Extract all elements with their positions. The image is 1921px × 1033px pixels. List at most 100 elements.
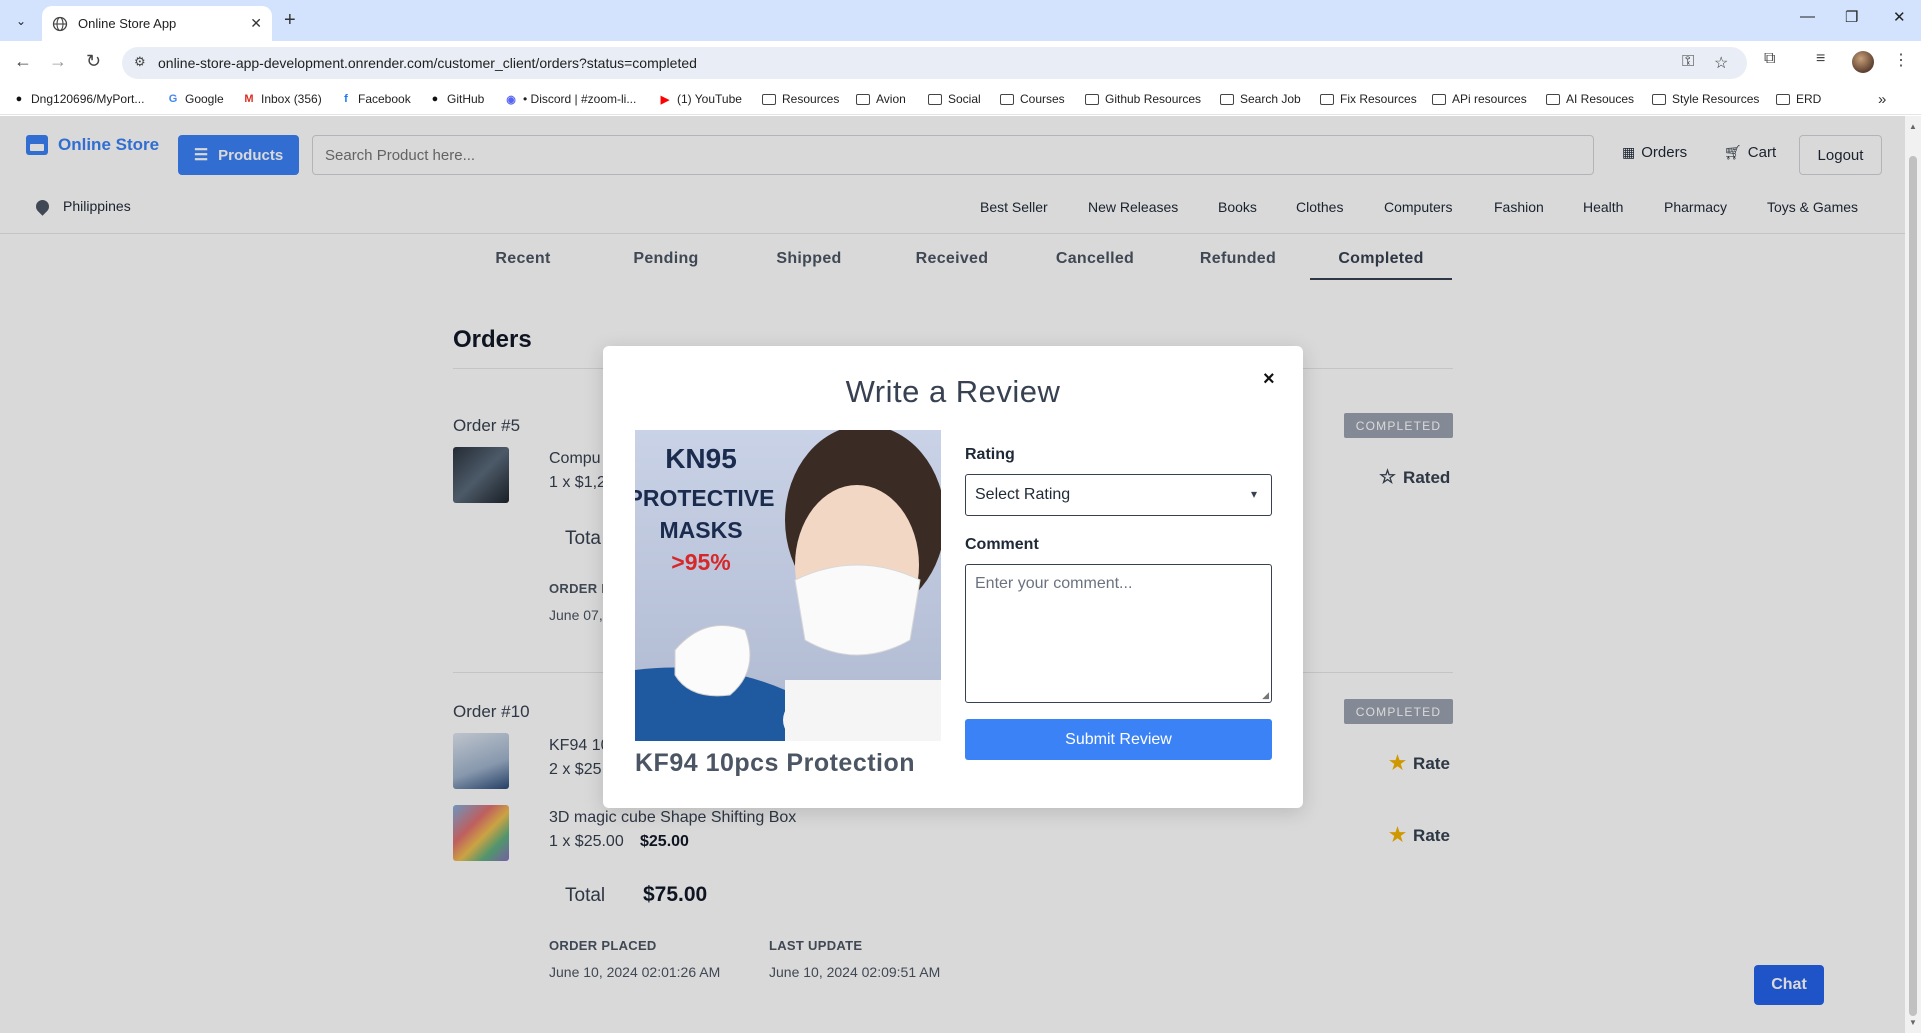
bookmark-item[interactable]: G Google (166, 92, 224, 106)
product-name: KF94 10pcs Protection (635, 749, 916, 777)
comment-placeholder: Enter your comment... (975, 575, 1133, 592)
folder-icon (1652, 93, 1666, 105)
modal-title: Write a Review (845, 374, 1061, 409)
bookmark-label: Facebook (358, 92, 411, 106)
bookmark-label: Github Resources (1105, 92, 1202, 106)
svg-text:KN95: KN95 (665, 443, 737, 474)
bookmark-item[interactable]: Github Resources (1085, 92, 1201, 106)
page-viewport: Online Store ☰ Products ▦ Orders 🛒︎ Cart… (0, 116, 1905, 1033)
folder-icon (762, 93, 776, 105)
bookmark-item[interactable]: Avion (856, 92, 906, 106)
back-icon[interactable]: ← (14, 51, 32, 72)
bookmark-item[interactable]: ▶ (1) YouTube (658, 92, 742, 106)
facebook-icon: f (344, 93, 348, 105)
bookmark-item[interactable]: Social (928, 92, 981, 106)
folder-icon (928, 93, 942, 105)
bookmarks-overflow-icon[interactable]: » (1878, 91, 1886, 108)
scrollbar[interactable]: ▲ ▼ (1905, 116, 1921, 1033)
window-close-icon[interactable]: ✕ (1893, 8, 1906, 26)
bookmark-label: Avion (876, 92, 906, 106)
browser-menu-icon[interactable]: ⋮ (1893, 50, 1909, 70)
password-key-icon[interactable]: ⚿ (1682, 53, 1694, 71)
rating-select[interactable]: Select Rating ▾ (965, 474, 1272, 516)
profile-avatar[interactable] (1852, 51, 1874, 73)
folder-icon (1776, 93, 1790, 105)
bookmarks-bar: ● Dng120696/MyPort... G Google M Inbox (356) f… (0, 85, 1921, 115)
folder-icon (1432, 93, 1446, 105)
folder-icon (1220, 93, 1234, 105)
gmail-icon: M (244, 93, 254, 105)
comment-textarea[interactable]: Enter your comment... ◢ (965, 564, 1272, 703)
bookmark-item[interactable]: f Facebook (339, 92, 411, 106)
bookmark-item[interactable]: ◉ • Discord | #zoom-li... (504, 92, 636, 106)
folder-icon (1320, 93, 1334, 105)
browser-tab[interactable]: Online Store App ✕ (42, 6, 272, 41)
bookmark-item[interactable]: Search Job (1220, 92, 1301, 106)
tab-list-chevron-icon[interactable]: ⌄ (10, 10, 32, 32)
tab-close-icon[interactable]: ✕ (250, 15, 262, 32)
bookmark-item[interactable]: Fix Resources (1320, 92, 1417, 106)
bookmark-item[interactable]: ERD (1776, 92, 1821, 106)
bookmark-label: Style Resources (1672, 92, 1760, 106)
google-icon: G (168, 93, 178, 105)
bookmark-label: AI Resouces (1566, 92, 1635, 106)
bookmark-label: Search Job (1240, 92, 1301, 106)
svg-text:PROTECTIVE: PROTECTIVE (635, 485, 774, 511)
bookmark-label: (1) YouTube (677, 92, 742, 106)
github-icon: ● (431, 93, 439, 105)
resize-handle-icon[interactable]: ◢ (1262, 690, 1269, 701)
bookmark-item[interactable]: ● Dng120696/MyPort... (12, 92, 145, 106)
scrollbar-thumb[interactable] (1909, 156, 1917, 1016)
folder-icon (1546, 93, 1560, 105)
extensions-icon[interactable]: ⧉ (1764, 50, 1775, 68)
bookmark-item[interactable]: Courses (1000, 92, 1065, 106)
folder-icon (1000, 93, 1014, 105)
new-tab-icon[interactable]: + (284, 9, 296, 32)
browser-tabstrip: ⌄ Online Store App ✕ + — ❐ ✕ (0, 0, 1921, 41)
bookmark-item[interactable]: Resources (762, 92, 839, 106)
youtube-icon: ▶ (660, 93, 670, 106)
bookmark-label: GitHub (447, 92, 485, 106)
comment-label: Comment (965, 536, 1039, 553)
github-icon: ● (15, 93, 23, 105)
bookmark-label: Social (948, 92, 981, 106)
bookmark-item[interactable]: APi resources (1432, 92, 1527, 106)
chevron-down-icon: ▾ (1250, 487, 1257, 501)
folder-icon (1085, 93, 1099, 105)
review-modal: Write a Review × KN95 PROTECTIVE MASKS >… (603, 346, 1303, 808)
browser-toolbar: ← → ↻ ⚙ online-store-app-development.onr… (0, 41, 1921, 85)
discord-icon: ◉ (506, 93, 516, 106)
minimize-icon[interactable]: — (1800, 8, 1815, 25)
bookmark-label: Inbox (356) (261, 92, 322, 106)
site-info-icon[interactable]: ⚙ (134, 54, 146, 70)
reload-icon[interactable]: ↻ (86, 51, 101, 72)
bookmark-label: APi resources (1452, 92, 1527, 106)
scroll-up-icon[interactable]: ▲ (1909, 122, 1917, 131)
bookmark-item[interactable]: Style Resources (1652, 92, 1759, 106)
bookmark-star-icon[interactable]: ☆ (1714, 53, 1728, 73)
svg-text:>95%: >95% (671, 549, 730, 575)
rating-label: Rating (965, 446, 1015, 463)
bookmark-item[interactable]: AI Resouces (1546, 92, 1634, 106)
svg-text:MASKS: MASKS (659, 517, 742, 543)
restore-icon[interactable]: ❐ (1845, 8, 1858, 26)
submit-review-button[interactable]: Submit Review (965, 719, 1272, 760)
mask-ad-image: KN95 PROTECTIVE MASKS >95% (635, 430, 941, 741)
address-bar[interactable]: ⚙ online-store-app-development.onrender.… (122, 47, 1747, 79)
bookmark-label: Resources (782, 92, 840, 106)
forward-icon[interactable]: → (49, 51, 67, 72)
folder-icon (856, 93, 870, 105)
product-image: KN95 PROTECTIVE MASKS >95% (635, 430, 941, 741)
media-queue-icon[interactable]: ≡ (1816, 50, 1825, 68)
bookmark-label: Courses (1020, 92, 1065, 106)
close-icon[interactable]: × (1263, 368, 1275, 391)
scroll-down-icon[interactable]: ▼ (1909, 1018, 1917, 1027)
bookmark-item[interactable]: M Inbox (356) (242, 92, 322, 106)
bookmark-label: • Discord | #zoom-li... (523, 92, 637, 106)
rating-select-value: Select Rating (975, 486, 1071, 503)
url-text: online-store-app-development.onrender.co… (158, 55, 697, 71)
bookmark-item[interactable]: ● GitHub (428, 92, 485, 106)
bookmark-label: Fix Resources (1340, 92, 1417, 106)
tab-title: Online Store App (78, 16, 177, 31)
globe-icon (52, 16, 68, 31)
